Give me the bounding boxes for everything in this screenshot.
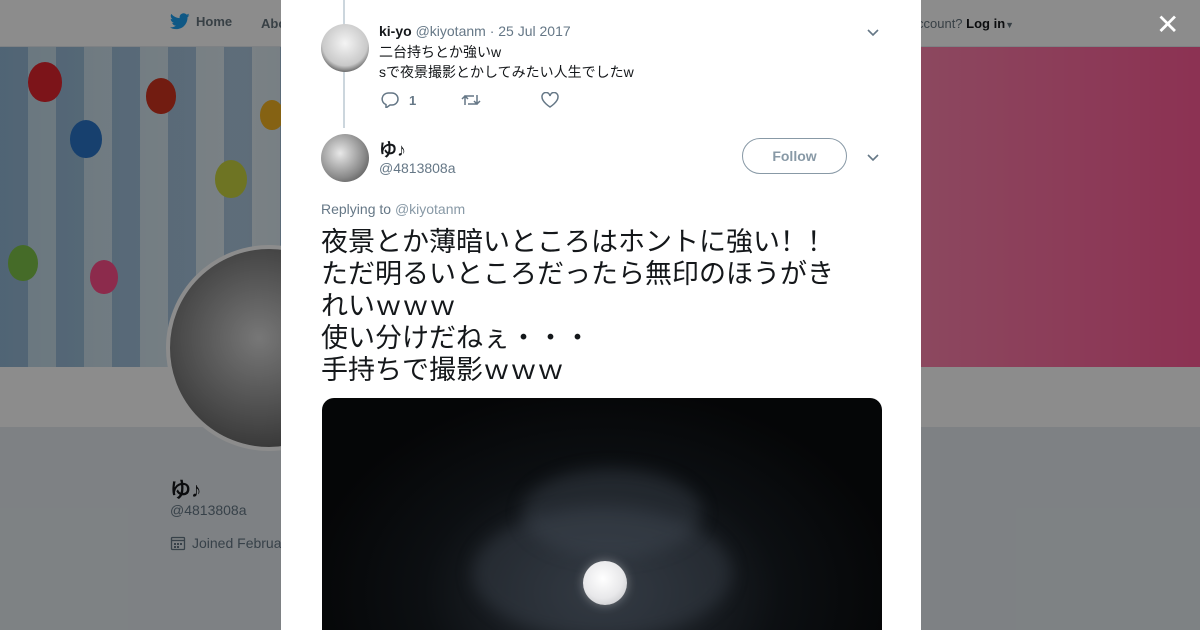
main-tweet-line: 夜景とか薄暗いところはホントに強い！！ [321, 227, 834, 257]
main-tweet-text: 夜景とか薄暗いところはホントに強い！！ ただ明るいところだったら無印のほうがき … [321, 226, 881, 386]
parent-tweet-text: 二台持ちとか強いw sで夜景撮影とかしてみたい人生でしたw [379, 42, 634, 82]
separator-dot: · [489, 23, 495, 39]
parent-tweet-header: ki-yo @kiyotanm · 25 Jul 2017 [379, 23, 571, 39]
main-tweet-handle[interactable]: @4813808a [379, 160, 456, 176]
replying-to-link[interactable]: @kiyotanm [395, 201, 465, 217]
parent-tweet-handle[interactable]: @kiyotanm [416, 23, 486, 39]
main-tweet-avatar[interactable] [321, 134, 369, 182]
parent-tweet-line: 二台持ちとか強いw [379, 44, 502, 60]
parent-tweet-line: sで夜景撮影とかしてみたい人生でしたw [379, 64, 634, 80]
like-button[interactable] [541, 92, 621, 108]
main-tweet-name[interactable]: ゆ♪ [379, 136, 406, 162]
close-icon[interactable]: ✕ [1156, 11, 1179, 39]
cloud-shape [522, 468, 702, 558]
heart-icon [541, 92, 559, 108]
moon [583, 561, 627, 605]
tweet-modal: ki-yo @kiyotanm · 25 Jul 2017 二台持ちとか強いw … [281, 0, 921, 630]
reply-icon [381, 92, 399, 108]
parent-tweet-date[interactable]: 25 Jul 2017 [498, 23, 570, 39]
retweet-button[interactable] [461, 92, 541, 108]
parent-tweet-actions: 1 [381, 92, 621, 108]
main-tweet-line: れいｗｗｗ [321, 291, 456, 321]
tweet-media-image[interactable] [322, 398, 882, 630]
replying-prefix: Replying to [321, 201, 392, 217]
parent-tweet-name[interactable]: ki-yo [379, 23, 412, 39]
reply-count: 1 [409, 92, 417, 108]
retweet-icon [461, 94, 481, 106]
reply-button[interactable]: 1 [381, 92, 461, 108]
parent-tweet-avatar[interactable] [321, 24, 369, 72]
main-tweet-line: 手持ちで撮影ｗｗｗ [321, 355, 564, 385]
chevron-down-icon[interactable] [866, 25, 880, 39]
chevron-down-icon[interactable] [866, 150, 880, 164]
follow-button[interactable]: Follow [742, 138, 847, 174]
main-tweet-line: ただ明るいところだったら無印のほうがき [321, 259, 834, 289]
replying-to: Replying to @kiyotanm [321, 201, 465, 217]
main-tweet-line: 使い分けだねぇ・・・ [321, 323, 591, 353]
